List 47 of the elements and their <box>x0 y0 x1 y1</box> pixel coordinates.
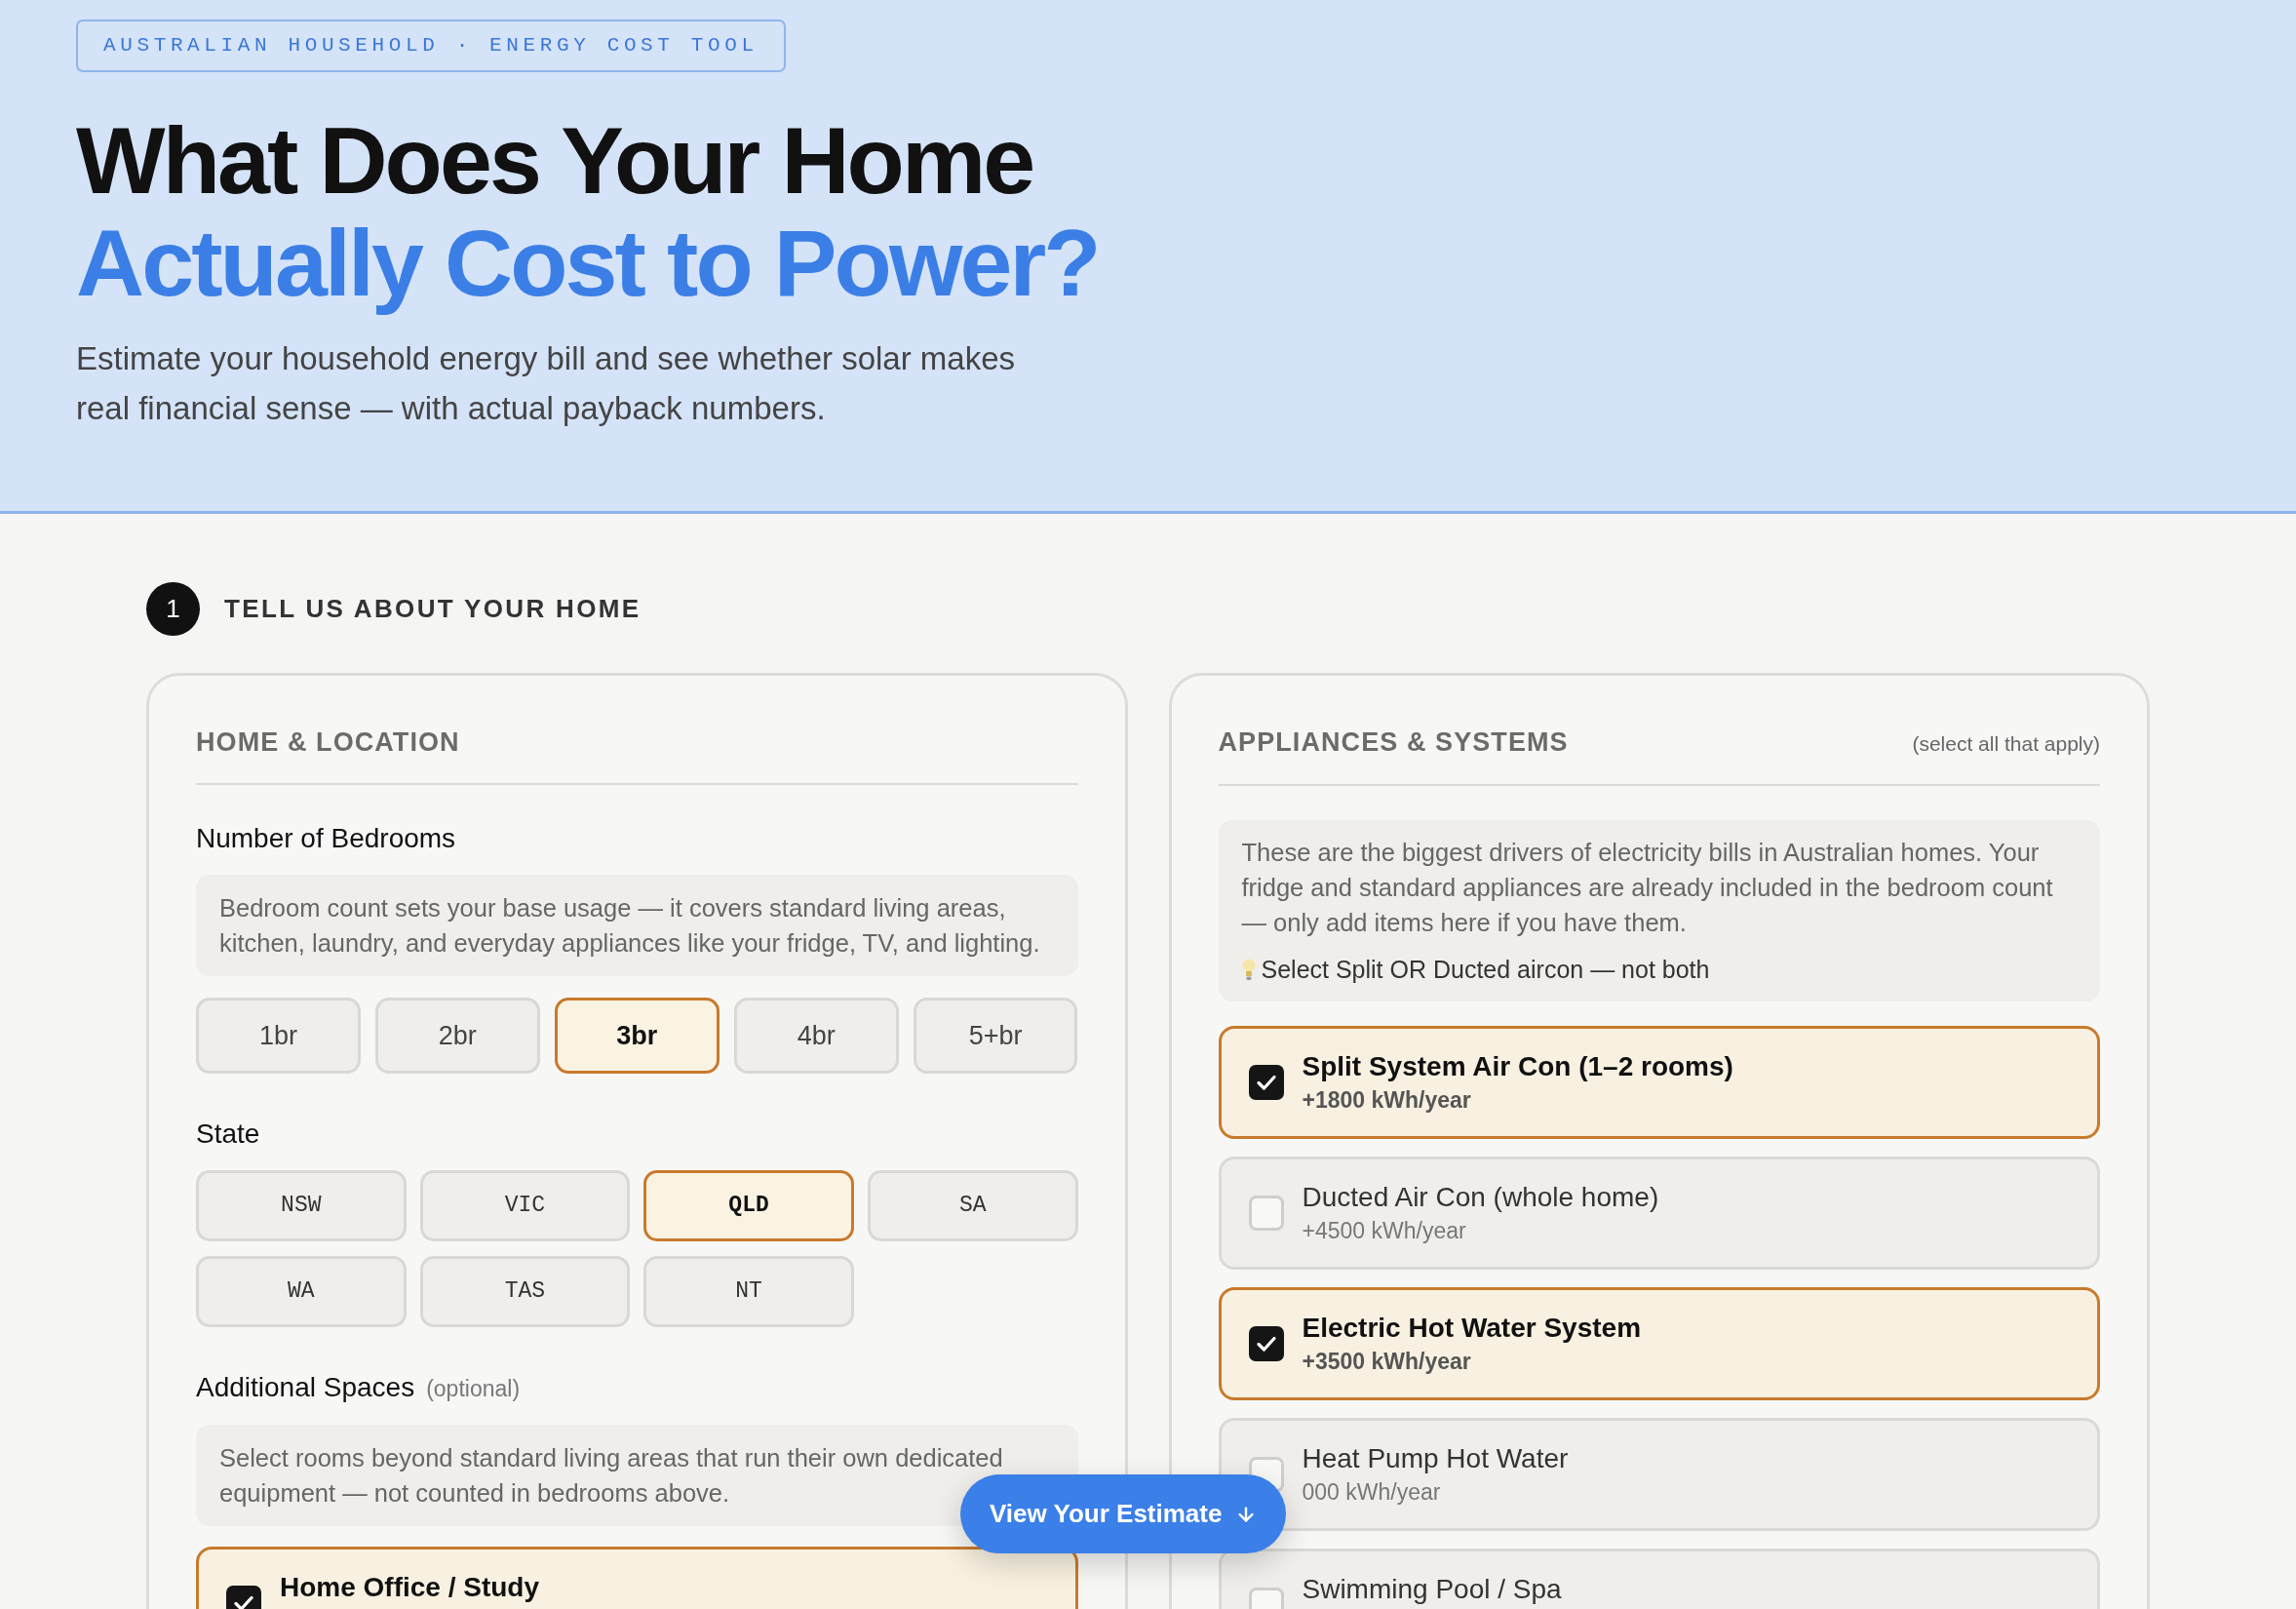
state-option[interactable]: SA <box>867 1170 1078 1241</box>
state-option[interactable]: VIC <box>419 1170 631 1241</box>
bedroom-option[interactable]: 1br <box>196 998 361 1074</box>
bedroom-option[interactable]: 5+br <box>913 998 1078 1074</box>
option-title: Split System Air Con (1–2 rooms) <box>1302 1049 1733 1083</box>
optional-note: (optional) <box>426 1375 521 1403</box>
view-estimate-button[interactable]: View Your Estimate <box>960 1474 1287 1553</box>
lightbulb-icon <box>1241 958 1256 980</box>
info-note: Bedroom count sets your base usage — it covers standard living areas, kitchen, laundry, and everyday appliances like your fridge, TV, and lighting. <box>196 875 1078 976</box>
option-title: Heat Pump Hot Water <box>1302 1441 1569 1475</box>
option-title: Electric Hot Water System <box>1302 1311 1642 1345</box>
option-detail: +1800 kWh/year <box>1302 1085 1472 1115</box>
tool-badge: AUSTRALIAN HOUSEHOLD · ENERGY COST TOOL <box>76 20 786 72</box>
state-option[interactable]: QLD <box>643 1170 854 1241</box>
card-title: HOME & LOCATION <box>196 726 460 759</box>
option-detail: 000 kWh/year <box>1302 1477 1442 1507</box>
bedroom-option[interactable]: 2br <box>374 998 540 1074</box>
field-label: Number of Bedrooms <box>196 822 457 855</box>
option-title: Swimming Pool / Spa <box>1302 1572 1562 1606</box>
checkbox[interactable] <box>1248 1325 1284 1361</box>
state-option[interactable]: NSW <box>196 1170 407 1241</box>
bedroom-option[interactable]: 3br <box>554 998 720 1074</box>
option-detail: +4500 kWh/year <box>1302 1216 1467 1245</box>
page-subtitle: Estimate your household energy bill and see whether solar makes real financial sense — with actual payback numbers. <box>76 339 1017 428</box>
option-detail: +3500 kWh/year <box>1302 1347 1472 1376</box>
checkbox[interactable] <box>1248 1064 1284 1100</box>
option-title: Home Office / Study <box>280 1571 540 1604</box>
field-label: Additional Spaces <box>196 1371 415 1404</box>
step-number: 1 <box>146 582 200 636</box>
appliance-card[interactable]: Ducted Air Con (whole home) +4500 kWh/year <box>1218 1156 2100 1270</box>
card-title: APPLIANCES & SYSTEMS <box>1218 726 1569 759</box>
tip-text: Select Split OR Ducted aircon — not both <box>1261 954 1710 985</box>
appliance-card[interactable]: Electric Hot Water System +3500 kWh/year <box>1218 1286 2100 1400</box>
state-option[interactable]: TAS <box>419 1256 631 1327</box>
checkbox[interactable] <box>1248 1195 1284 1231</box>
page-title: What Does Your Home Actually Cost to Power? <box>76 109 1100 314</box>
bedroom-option[interactable]: 4br <box>733 998 899 1074</box>
section-heading: TELL US ABOUT YOUR HOME <box>224 593 642 625</box>
appliance-card[interactable]: Swimming Pool / Spa <box>1218 1548 2100 1609</box>
option-title: Ducted Air Con (whole home) <box>1302 1180 1659 1214</box>
info-text: These are the biggest drivers of electricity bills in Australian homes. Your fridge and standard appliances are already included in the bedroom count — only add items here if you have them. <box>1241 837 2054 938</box>
field-label: State <box>196 1118 261 1151</box>
state-option[interactable]: NT <box>643 1256 854 1327</box>
state-option[interactable]: WA <box>196 1256 407 1327</box>
appliance-card[interactable]: Split System Air Con (1–2 rooms) +1800 kWh/year <box>1218 1025 2100 1139</box>
hint-text: (select all that apply) <box>1912 731 2100 757</box>
space-card[interactable]: Home Office / Study <box>196 1547 1078 1609</box>
